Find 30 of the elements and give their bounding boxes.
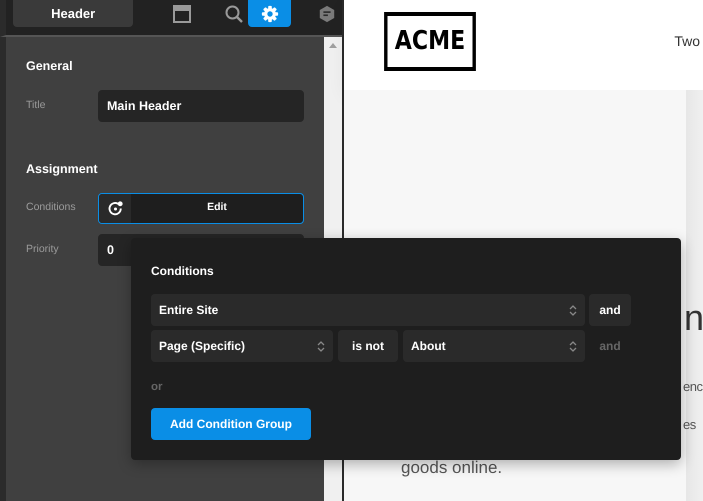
scroll-up-icon[interactable] (329, 43, 337, 48)
hero-text: es (683, 416, 696, 434)
search-icon (224, 4, 244, 24)
field-label: Priority (26, 242, 60, 257)
select-field[interactable]: About (403, 330, 585, 362)
panel-tab[interactable]: Header (13, 0, 134, 27)
hero-text: goods online. (401, 457, 502, 479)
select-field[interactable]: Entire Site (151, 294, 585, 326)
select-field[interactable]: Page (Specific) (151, 330, 333, 362)
nav-link[interactable]: Two (674, 30, 700, 52)
field-label: Conditions (26, 200, 77, 216)
logo[interactable]: ACME (384, 12, 476, 70)
operator-field[interactable]: is not (338, 330, 398, 362)
conditions-icon (108, 200, 122, 216)
section-title: General (26, 58, 74, 75)
and-button[interactable]: and (589, 294, 631, 326)
text-field[interactable]: Main Header (98, 90, 304, 122)
edit-button[interactable]: Edit (98, 192, 304, 224)
chevron-updown-icon (317, 340, 325, 352)
layout-icon (172, 4, 192, 24)
toolbar-tab[interactable] (248, 0, 292, 27)
field-label: Title (26, 98, 46, 113)
hexagon-icon (318, 4, 336, 22)
hero-text: enc (683, 378, 702, 396)
or-separator: or (151, 380, 164, 395)
chevron-updown-icon (569, 304, 577, 316)
popover-title: Conditions (151, 263, 215, 280)
hero-heading: n (684, 300, 703, 336)
chevron-updown-icon (569, 340, 577, 352)
section-title: Assignment (26, 160, 99, 178)
